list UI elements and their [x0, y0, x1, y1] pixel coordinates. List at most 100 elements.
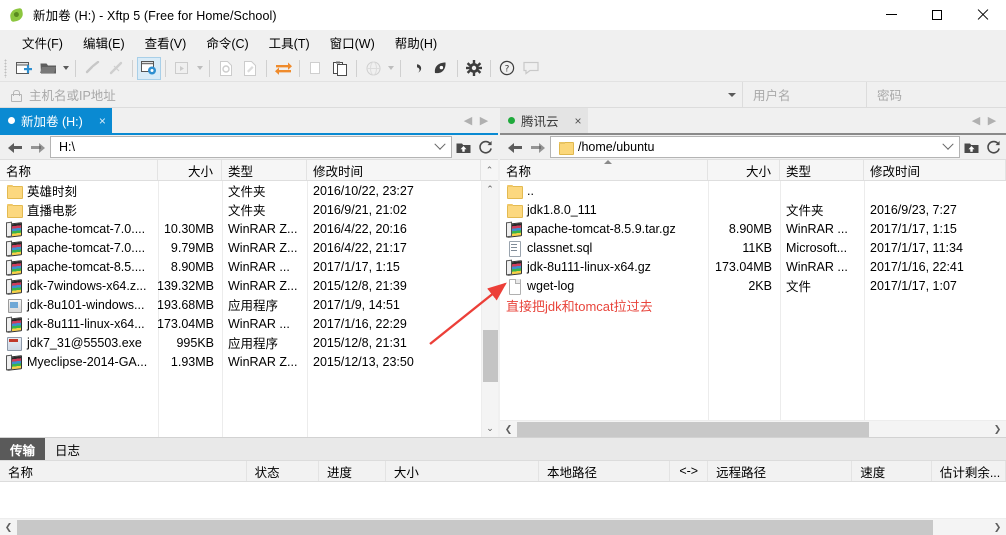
tab-local-session[interactable]: 新加卷 (H:) × [0, 108, 112, 133]
up-folder-icon[interactable] [960, 135, 982, 159]
transfer-column-远程路径[interactable]: 远程路径 [708, 461, 853, 481]
refresh-icon[interactable] [474, 135, 496, 159]
scroll-up-button[interactable] [482, 181, 499, 198]
scroll-thumb[interactable] [482, 330, 498, 382]
transfer-icon[interactable] [271, 57, 295, 80]
paste-icon[interactable] [328, 57, 352, 80]
transfer-column-速度[interactable]: 速度 [852, 461, 932, 481]
file-row[interactable]: apache-tomcat-8.5.... 8.90MB WinRAR ... 201… [0, 257, 481, 276]
file-row[interactable]: 直播电影 文件夹 2016/9/21, 21:02 [0, 200, 481, 219]
file-row[interactable]: jdk1.8.0_111 文件夹 2016/9/23, 7:27 [500, 200, 1006, 219]
column-header-name[interactable]: 名称 [500, 160, 708, 180]
minimize-button[interactable] [868, 0, 914, 30]
file-row[interactable]: .. [500, 181, 1006, 200]
xshell-icon[interactable] [405, 57, 429, 80]
close-button[interactable] [960, 0, 1006, 30]
scroll-down-button[interactable] [482, 420, 499, 437]
options-gear-icon[interactable] [462, 57, 486, 80]
transfer-list[interactable] [0, 482, 1006, 518]
xftp-icon[interactable] [429, 57, 453, 80]
file-row[interactable]: jdk-8u101-windows... 193.68MB 应用程序 2017/1/9… [0, 295, 481, 314]
host-input[interactable]: 主机名或IP地址 [0, 82, 722, 107]
scroll-thumb[interactable] [517, 421, 869, 437]
scroll-track[interactable] [482, 198, 499, 420]
file-row[interactable]: apache-tomcat-7.0.... 10.30MB WinRAR Z... 2… [0, 219, 481, 238]
local-path-input[interactable]: H:\ [50, 136, 452, 158]
remote-path-input[interactable]: /home/ubuntu [550, 136, 960, 158]
scroll-thumb[interactable] [17, 519, 933, 535]
column-header-type[interactable]: 类型 [780, 160, 864, 180]
column-header-size[interactable]: 大小 [708, 160, 780, 180]
tab-close-icon[interactable]: × [575, 114, 582, 128]
scroll-left-button[interactable] [0, 519, 17, 535]
tab-close-icon[interactable]: × [99, 114, 106, 128]
tab-scroll-left-icon[interactable]: ◀ [968, 114, 984, 127]
scroll-right-button[interactable] [989, 519, 1006, 535]
scroll-track[interactable] [517, 421, 989, 438]
menu-item-view[interactable]: 查看(V) [135, 30, 197, 55]
file-row[interactable]: jdk-7windows-x64.z... 139.32MB WinRAR Z...… [0, 276, 481, 295]
tab-remote-session[interactable]: 腾讯云 × [500, 108, 588, 133]
scroll-left-button[interactable] [500, 421, 517, 438]
transfer-column-大小[interactable]: 大小 [386, 461, 539, 481]
open-folder-dropdown-icon[interactable] [60, 57, 71, 80]
chevron-down-icon[interactable] [722, 82, 742, 107]
file-row[interactable]: 英雄时刻 文件夹 2016/10/22, 23:27 [0, 181, 481, 200]
column-header-modified[interactable]: 修改时间 [864, 160, 1006, 180]
maximize-button[interactable] [914, 0, 960, 30]
transfer-column-本地路径[interactable]: 本地路径 [539, 461, 671, 481]
transfer-column-状态[interactable]: 状态 [247, 461, 319, 481]
menu-item-file[interactable]: 文件(F) [12, 30, 73, 55]
transfer-column-估计剩余...[interactable]: 估计剩余... [932, 461, 1006, 481]
remote-file-list[interactable]: .. jdk1.8.0_111 文件夹 2016/9/23, 7:27 apache-t… [500, 181, 1006, 420]
forward-arrow-icon[interactable] [26, 135, 50, 159]
menu-item-window[interactable]: 窗口(W) [320, 30, 385, 55]
file-row[interactable]: classnet.sql 11KB Microsoft... 2017/1/17, 1… [500, 238, 1006, 257]
transfer-horizontal-scrollbar[interactable] [0, 518, 1006, 535]
back-arrow-icon[interactable] [2, 135, 26, 159]
tab-scroll-right-icon[interactable]: ▶ [476, 114, 492, 127]
transfer-column-名称[interactable]: 名称 [0, 461, 247, 481]
file-row[interactable]: jdk-8u111-linux-x64.gz 173.04MB WinRAR ...… [500, 257, 1006, 276]
toolbar-grip[interactable] [4, 58, 7, 78]
scroll-right-button[interactable] [989, 421, 1006, 438]
file-row[interactable]: jdk7_31@55503.exe 995KB 应用程序 2015/12/8, 21:… [0, 333, 481, 352]
file-name-label: wget-log [527, 278, 575, 293]
back-arrow-icon[interactable] [502, 135, 526, 159]
tab-transfer[interactable]: 传输 [0, 438, 46, 460]
path-chevron-down-icon[interactable] [431, 138, 449, 151]
scroll-up-icon[interactable] [486, 165, 494, 176]
password-input[interactable]: 密码 [866, 82, 1006, 107]
column-header-name[interactable]: 名称 [0, 160, 158, 180]
tab-log[interactable]: 日志 [45, 438, 91, 460]
file-row[interactable]: apache-tomcat-7.0.... 9.79MB WinRAR Z... 20… [0, 238, 481, 257]
new-session-icon[interactable] [12, 57, 36, 80]
forward-arrow-icon[interactable] [526, 135, 550, 159]
menu-item-tools[interactable]: 工具(T) [259, 30, 320, 55]
username-input[interactable]: 用户名 [742, 82, 866, 107]
file-row[interactable]: wget-log 2KB 文件 2017/1/17, 1:07 [500, 276, 1006, 295]
column-header-modified[interactable]: 修改时间 [307, 160, 481, 180]
tab-scroll-left-icon[interactable]: ◀ [460, 114, 476, 127]
transfer-column-<->[interactable]: <-> [670, 461, 709, 481]
local-file-list[interactable]: 英雄时刻 文件夹 2016/10/22, 23:27 直播电影 文件夹 2016/9/21… [0, 181, 481, 437]
file-row[interactable]: apache-tomcat-8.5.9.tar.gz 8.90MB WinRAR .… [500, 219, 1006, 238]
scroll-track[interactable] [17, 519, 989, 535]
menu-item-command[interactable]: 命令(C) [196, 30, 258, 55]
open-folder-icon[interactable] [36, 57, 60, 80]
menu-item-help[interactable]: 帮助(H) [385, 30, 447, 55]
column-header-type[interactable]: 类型 [222, 160, 307, 180]
refresh-icon[interactable] [982, 135, 1004, 159]
remote-horizontal-scrollbar[interactable] [500, 420, 1006, 437]
column-header-size[interactable]: 大小 [158, 160, 222, 180]
transfer-column-进度[interactable]: 进度 [319, 461, 386, 481]
file-row[interactable]: jdk-8u111-linux-x64... 173.04MB WinRAR ...… [0, 314, 481, 333]
tab-scroll-right-icon[interactable]: ▶ [984, 114, 1000, 127]
menu-item-edit[interactable]: 编辑(E) [73, 30, 135, 55]
session-properties-icon[interactable] [137, 56, 161, 80]
up-folder-icon[interactable] [452, 135, 474, 159]
file-row[interactable]: Myeclipse-2014-GA... 1.93MB WinRAR Z... 201… [0, 352, 481, 371]
path-chevron-down-icon[interactable] [939, 138, 957, 151]
help-icon[interactable]: ? [495, 57, 519, 80]
local-vertical-scrollbar[interactable] [481, 181, 498, 437]
